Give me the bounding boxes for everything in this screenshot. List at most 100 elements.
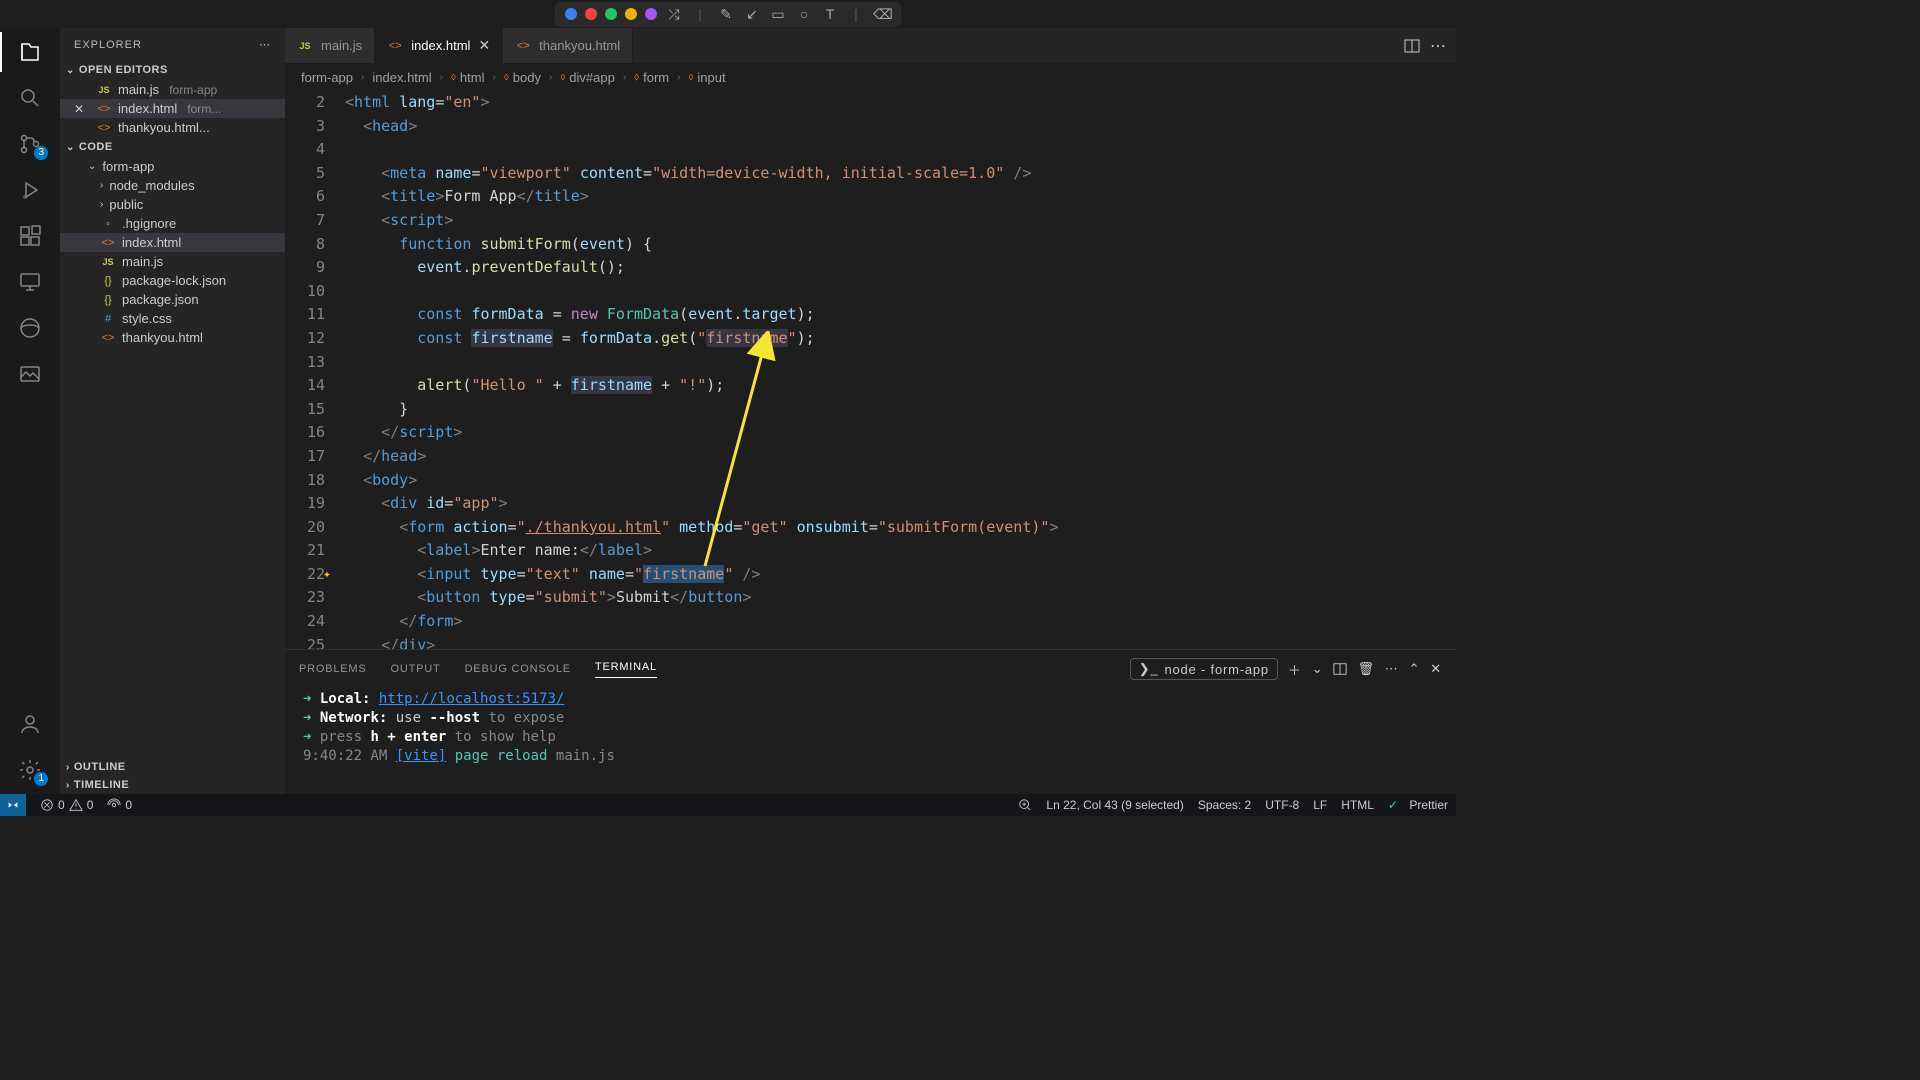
editor-tabs: JSmain.js<>index.html✕<>thankyou.html ⋯ [285, 28, 1456, 63]
panel-tab[interactable]: TERMINAL [595, 661, 657, 678]
panel-tab[interactable]: DEBUG CONSOLE [465, 663, 571, 675]
editor-tab[interactable]: <>index.html✕ [375, 28, 503, 63]
pen-icon[interactable]: ✎ [717, 6, 735, 23]
file-item[interactable]: <>index.html [60, 233, 285, 252]
circle-icon[interactable]: ○ [795, 6, 813, 22]
remote-icon[interactable] [16, 268, 44, 296]
file-icon: JS [100, 257, 116, 267]
maximize-icon[interactable]: ⌃ [1409, 661, 1421, 677]
file-icon: JS [96, 85, 112, 95]
language-mode[interactable]: HTML [1341, 798, 1374, 812]
tag-icon: ⬨ [634, 71, 639, 84]
terminal-icon: ❯_ [1139, 661, 1159, 677]
file-item[interactable]: {}package.json [60, 290, 285, 309]
color-purple-dot[interactable] [645, 8, 657, 20]
file-icon: JS [297, 41, 313, 51]
rect-icon[interactable]: ▭ [769, 6, 787, 23]
erase-icon[interactable]: ⌫ [873, 6, 891, 23]
file-icon: <> [96, 103, 112, 115]
folder-item[interactable]: ›public [60, 195, 285, 214]
encoding[interactable]: UTF-8 [1265, 798, 1299, 812]
file-item[interactable]: ◦.hgignore [60, 214, 285, 233]
file-item[interactable]: {}package-lock.json [60, 271, 285, 290]
terminal-dropdown-icon[interactable]: ⌄ [1312, 661, 1324, 677]
breadcrumb-item[interactable]: ⬨div#app [560, 70, 615, 85]
trash-icon[interactable]: 🗑 [1357, 661, 1374, 677]
search-icon[interactable] [16, 84, 44, 112]
file-icon: <> [96, 122, 112, 134]
file-icon: <> [100, 237, 116, 249]
image-icon[interactable] [16, 360, 44, 388]
prettier-status[interactable]: ✓ Prettier [1388, 798, 1448, 812]
outline-header[interactable]: › OUTLINE [60, 758, 285, 776]
panel-tab[interactable]: OUTPUT [391, 663, 441, 675]
editor-tab[interactable]: JSmain.js [285, 28, 375, 63]
gear-icon[interactable]: 1 [16, 756, 44, 784]
breadcrumb-item[interactable]: ⬨input [688, 70, 725, 85]
more-icon[interactable]: ⋯ [259, 38, 271, 51]
remote-button[interactable] [0, 794, 26, 816]
editor-tab[interactable]: <>thankyou.html [503, 28, 633, 63]
file-item[interactable]: JSmain.js [60, 252, 285, 271]
breadcrumb-item[interactable]: ⬨form [634, 70, 669, 85]
tag-icon: ⬨ [451, 71, 456, 84]
split-editor-icon[interactable] [1404, 38, 1420, 54]
breadcrumb-item[interactable]: ⬨body [504, 70, 541, 85]
indentation[interactable]: Spaces: 2 [1198, 798, 1251, 812]
shuffle-icon[interactable]: ⤮ [665, 6, 683, 23]
code-header[interactable]: ⌄ CODE [60, 138, 285, 156]
scm-icon[interactable]: 3 [16, 130, 44, 158]
file-item[interactable]: <>thankyou.html [60, 328, 285, 347]
extensions-icon[interactable] [16, 222, 44, 250]
explorer-icon[interactable] [16, 38, 44, 66]
debug-icon[interactable] [16, 176, 44, 204]
color-yellow-dot[interactable] [625, 8, 637, 20]
open-editor-item[interactable]: <>thankyou.html... [60, 118, 285, 137]
chevron-down-icon: ⌄ [66, 65, 75, 76]
folder-item[interactable]: ›node_modules [60, 176, 285, 195]
status-bar: 0 0 0 Ln 22, Col 43 (9 selected) Spaces:… [0, 794, 1456, 816]
breadcrumb-item[interactable]: form-app [301, 70, 353, 85]
breadcrumb-item[interactable]: ⬨html [451, 70, 485, 85]
account-icon[interactable] [16, 710, 44, 738]
panel-tab[interactable]: PROBLEMS [299, 663, 367, 675]
cursor-position[interactable]: Ln 22, Col 43 (9 selected) [1046, 798, 1183, 812]
terminal-process[interactable]: ❯_ node - form-app [1130, 658, 1278, 680]
eol[interactable]: LF [1313, 798, 1327, 812]
port-item[interactable]: 0 [107, 798, 132, 812]
file-icon: ◦ [100, 218, 116, 230]
open-editor-item[interactable]: JSmain.jsform-app [60, 80, 285, 99]
text-icon[interactable]: T [821, 6, 839, 22]
new-terminal-icon[interactable]: ＋ [1288, 660, 1302, 679]
terminal-output[interactable]: ➜ Local: http://localhost:5173/ ➜ Networ… [285, 684, 1456, 794]
breadcrumb-item[interactable]: index.html [372, 70, 431, 85]
chevron-right-icon: › [66, 762, 70, 773]
close-icon[interactable]: ✕ [1430, 661, 1442, 677]
open-editors-header[interactable]: ⌄ OPEN EDITORS [60, 61, 285, 79]
file-item[interactable]: #style.css [60, 309, 285, 328]
folder-root[interactable]: ⌄ form-app [60, 157, 285, 176]
errors-item[interactable]: 0 0 [40, 798, 93, 812]
more-icon[interactable]: ⋯ [1430, 36, 1446, 56]
split-terminal-icon[interactable] [1333, 662, 1347, 676]
settings-badge: 1 [34, 772, 48, 786]
editor-area: JSmain.js<>index.html✕<>thankyou.html ⋯ … [285, 28, 1456, 794]
code-editor[interactable]: 2345678910111213141516171819202122232425… [285, 91, 1456, 649]
sidebar: EXPLORER ⋯ ⌄ OPEN EDITORS JSmain.jsform-… [60, 28, 285, 794]
close-icon[interactable]: ✕ [478, 37, 490, 54]
close-icon[interactable]: ✕ [74, 102, 90, 116]
open-editor-item[interactable]: ✕<>index.htmlform... [60, 99, 285, 118]
zoom-icon[interactable] [1018, 798, 1032, 812]
color-blue-dot[interactable] [565, 8, 577, 20]
file-icon: <> [515, 40, 531, 52]
more-icon[interactable]: ⋯ [1385, 661, 1399, 677]
color-green-dot[interactable] [605, 8, 617, 20]
color-red-dot[interactable] [585, 8, 597, 20]
bottom-panel: PROBLEMS OUTPUT DEBUG CONSOLE TERMINAL ❯_ n… [285, 649, 1456, 794]
arrow-icon[interactable]: ↙ [743, 6, 761, 23]
sidebar-title: EXPLORER [74, 39, 142, 51]
timeline-header[interactable]: › TIMELINE [60, 776, 285, 794]
divider: | [691, 6, 709, 22]
breadcrumb[interactable]: form-app›index.html›⬨html›⬨body›⬨div#app… [285, 63, 1456, 91]
edge-icon[interactable] [16, 314, 44, 342]
